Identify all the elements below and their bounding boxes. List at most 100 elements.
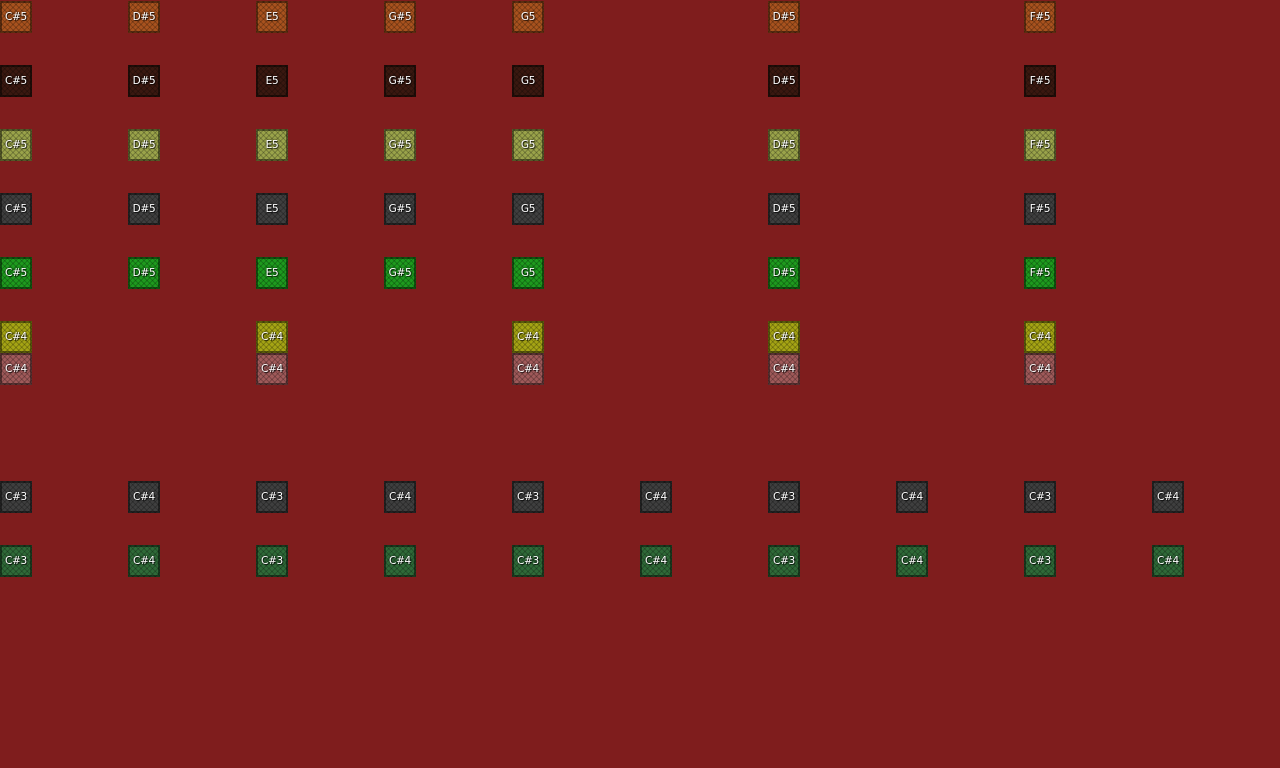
note-block[interactable]: D#5 [128,193,160,225]
note-label: G#5 [388,75,412,87]
note-label: G#5 [388,11,412,23]
note-label: F#5 [1029,139,1051,151]
note-label: G#5 [388,203,412,215]
note-block[interactable]: C#5 [0,129,32,161]
note-block[interactable]: C#4 [256,321,288,353]
note-block[interactable]: C#4 [384,481,416,513]
note-label: E5 [265,11,279,23]
note-block[interactable]: C#3 [768,545,800,577]
note-block[interactable]: G5 [512,65,544,97]
note-label: F#5 [1029,11,1051,23]
note-label: C#5 [5,267,27,279]
note-block[interactable]: C#5 [0,65,32,97]
note-block[interactable]: G#5 [384,193,416,225]
note-block[interactable]: D#5 [128,1,160,33]
note-block[interactable]: D#5 [128,257,160,289]
note-block[interactable]: G#5 [384,1,416,33]
note-label: D#5 [132,139,156,151]
note-label: G#5 [388,139,412,151]
note-block[interactable]: C#5 [0,257,32,289]
note-label: G5 [520,203,536,215]
note-block[interactable]: C#4 [768,321,800,353]
note-block[interactable]: G#5 [384,257,416,289]
note-label: C#4 [133,555,155,567]
note-block[interactable]: D#5 [768,257,800,289]
note-block[interactable]: C#4 [384,545,416,577]
note-block[interactable]: E5 [256,257,288,289]
note-block[interactable]: C#4 [1152,545,1184,577]
note-block[interactable]: C#4 [512,353,544,385]
note-block[interactable]: G#5 [384,129,416,161]
note-block[interactable]: G5 [512,129,544,161]
note-block[interactable]: G5 [512,1,544,33]
note-block[interactable]: C#4 [0,321,32,353]
note-block[interactable]: C#3 [512,545,544,577]
note-label: D#5 [132,75,156,87]
note-block[interactable]: D#5 [768,129,800,161]
note-block[interactable]: F#5 [1024,257,1056,289]
note-label: D#5 [772,75,796,87]
note-label: C#4 [773,331,795,343]
note-block[interactable]: C#4 [896,545,928,577]
note-label: E5 [265,139,279,151]
note-block[interactable]: C#3 [256,545,288,577]
note-block[interactable]: C#4 [128,545,160,577]
note-label: C#3 [5,491,27,503]
note-label: C#4 [261,331,283,343]
note-block[interactable]: C#4 [0,353,32,385]
note-block[interactable]: C#4 [512,321,544,353]
note-block[interactable]: F#5 [1024,65,1056,97]
note-block[interactable]: D#5 [768,1,800,33]
note-block[interactable]: C#4 [1024,353,1056,385]
note-block[interactable]: E5 [256,129,288,161]
note-block[interactable]: D#5 [768,65,800,97]
note-label: G5 [520,75,536,87]
note-label: C#4 [389,491,411,503]
note-label: E5 [265,203,279,215]
note-label: C#4 [517,363,539,375]
note-block[interactable]: C#3 [256,481,288,513]
note-block[interactable]: C#4 [256,353,288,385]
note-block[interactable]: C#4 [768,353,800,385]
note-block[interactable]: C#4 [640,545,672,577]
note-label: C#4 [1029,331,1051,343]
note-block[interactable]: C#5 [0,1,32,33]
note-label: C#3 [261,555,283,567]
note-label: C#5 [5,11,27,23]
note-label: C#5 [5,139,27,151]
note-block[interactable]: C#4 [896,481,928,513]
note-block[interactable]: C#3 [0,545,32,577]
note-label: C#3 [1029,555,1051,567]
piano-roll-grid[interactable]: C#5 D#5 E5 G#5 G5 D#5 F#5 C#5 D#5 E5 G#5 G5 D#5 F#5 C#… [0,0,1280,768]
note-block[interactable]: C#4 [1024,321,1056,353]
note-block[interactable]: C#3 [0,481,32,513]
note-block[interactable]: C#3 [512,481,544,513]
note-block[interactable]: C#4 [1152,481,1184,513]
note-block[interactable]: F#5 [1024,129,1056,161]
note-block[interactable]: C#4 [128,481,160,513]
note-label: E5 [265,267,279,279]
note-label: C#4 [1029,363,1051,375]
note-label: C#4 [645,555,667,567]
note-label: C#3 [773,555,795,567]
note-label: C#3 [773,491,795,503]
note-block[interactable]: G#5 [384,65,416,97]
note-label: C#3 [5,555,27,567]
note-block[interactable]: G5 [512,257,544,289]
note-block[interactable]: E5 [256,65,288,97]
note-block[interactable]: E5 [256,1,288,33]
note-block[interactable]: D#5 [768,193,800,225]
note-block[interactable]: F#5 [1024,1,1056,33]
note-block[interactable]: C#3 [1024,545,1056,577]
note-label: D#5 [772,203,796,215]
note-block[interactable]: E5 [256,193,288,225]
note-block[interactable]: D#5 [128,65,160,97]
note-block[interactable]: C#3 [1024,481,1056,513]
note-block[interactable]: D#5 [128,129,160,161]
note-block[interactable]: C#5 [0,193,32,225]
note-block[interactable]: C#3 [768,481,800,513]
note-block[interactable]: F#5 [1024,193,1056,225]
note-block[interactable]: G5 [512,193,544,225]
note-label: C#4 [901,491,923,503]
note-block[interactable]: C#4 [640,481,672,513]
